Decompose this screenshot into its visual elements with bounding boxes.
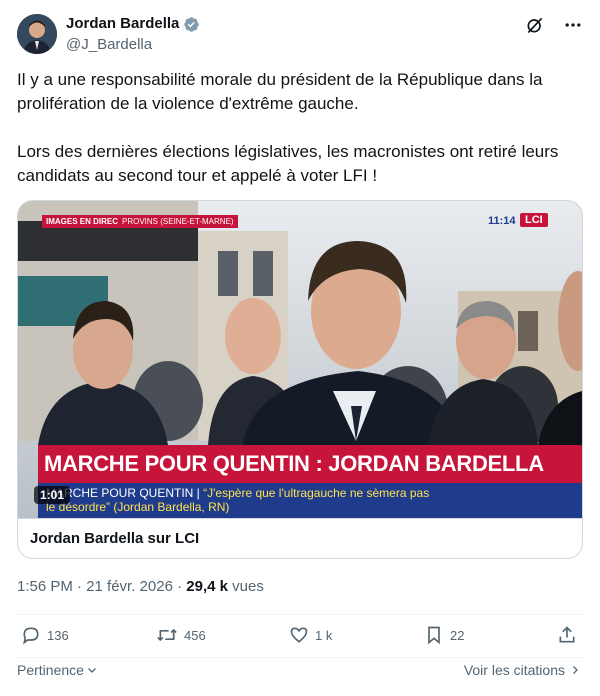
verified-badge-icon [184,16,200,32]
channel-logo: LCI [520,213,548,227]
like-button[interactable]: 1 k [289,625,332,645]
avatar[interactable] [17,14,57,54]
chevron-down-icon [87,668,96,673]
author-name[interactable]: Jordan Bardella [66,15,179,33]
sort-dropdown[interactable]: Pertinence [17,662,98,678]
bookmark-count: 22 [450,627,465,643]
view-quotes-label[interactable]: Voir les citations [464,662,565,678]
tweet-paragraph-1: Il y a une responsabilité morale du prés… [17,70,543,113]
repost-count: 456 [184,627,206,643]
views-label: vues [227,578,264,595]
view-quotes-link[interactable]: Voir les citations [464,662,581,678]
tweet-text: Il y a une responsabilité morale du prés… [17,68,577,212]
overlay-direct-label: IMAGES EN DIRECT [42,215,127,228]
bookmark-button[interactable]: 22 [424,625,464,645]
action-bar: 136 456 1 k 22 [17,625,583,651]
views-count: 29,4 k [186,578,228,595]
ticker-line-2: le désordre” (Jordan Bardella, RN) [46,500,230,514]
reply-button[interactable]: 136 [21,625,69,645]
media-card[interactable]: IMAGES EN DIRECT PROVINS (SEINE-ET-MARNE… [17,200,583,559]
avatar-image [17,14,57,54]
video-player[interactable]: IMAGES EN DIRECT PROVINS (SEINE-ET-MARNE… [18,201,582,518]
tweet-paragraph-2: Lors des dernières élections législative… [17,142,559,185]
author-name-row[interactable]: Jordan Bardella [66,15,200,33]
tweet-timestamp[interactable]: 1:56 PM · 21 févr. 2026 · 29,4 k vues [17,578,264,595]
ticker-quote: “J'espère que l'ultragauche ne sèmera pa… [203,486,430,500]
news-ticker: MARCHE POUR QUENTIN | “J'espère que l'ul… [38,483,582,518]
repost-icon [157,628,177,642]
bookmark-icon [428,626,440,645]
overlay-place-label: PROVINS (SEINE-ET-MARNE) [118,215,238,228]
overlay-clock: 11:14 [488,215,516,227]
like-count: 1 k [315,627,333,643]
reply-count: 136 [47,627,69,643]
divider [17,614,583,615]
reply-icon [23,627,39,645]
share-icon [559,626,575,643]
header-actions [524,14,584,36]
video-duration: 1:01 [34,486,71,504]
sort-label[interactable]: Pertinence [17,662,84,678]
card-title[interactable]: Jordan Bardella sur LCI [18,518,582,558]
author-handle[interactable]: @J_Bardella [66,36,152,53]
chevron-right-icon [573,666,578,674]
news-banner: MARCHE POUR QUENTIN : JORDAN BARDELLA S'… [38,445,582,514]
divider [17,657,583,658]
share-button[interactable] [557,625,577,645]
more-options-icon[interactable] [562,14,584,36]
grok-icon[interactable] [524,14,546,36]
timestamp-text[interactable]: 1:56 PM · 21 févr. 2026 · [17,578,186,595]
repost-button[interactable]: 456 [156,625,206,645]
heart-icon [290,627,308,643]
